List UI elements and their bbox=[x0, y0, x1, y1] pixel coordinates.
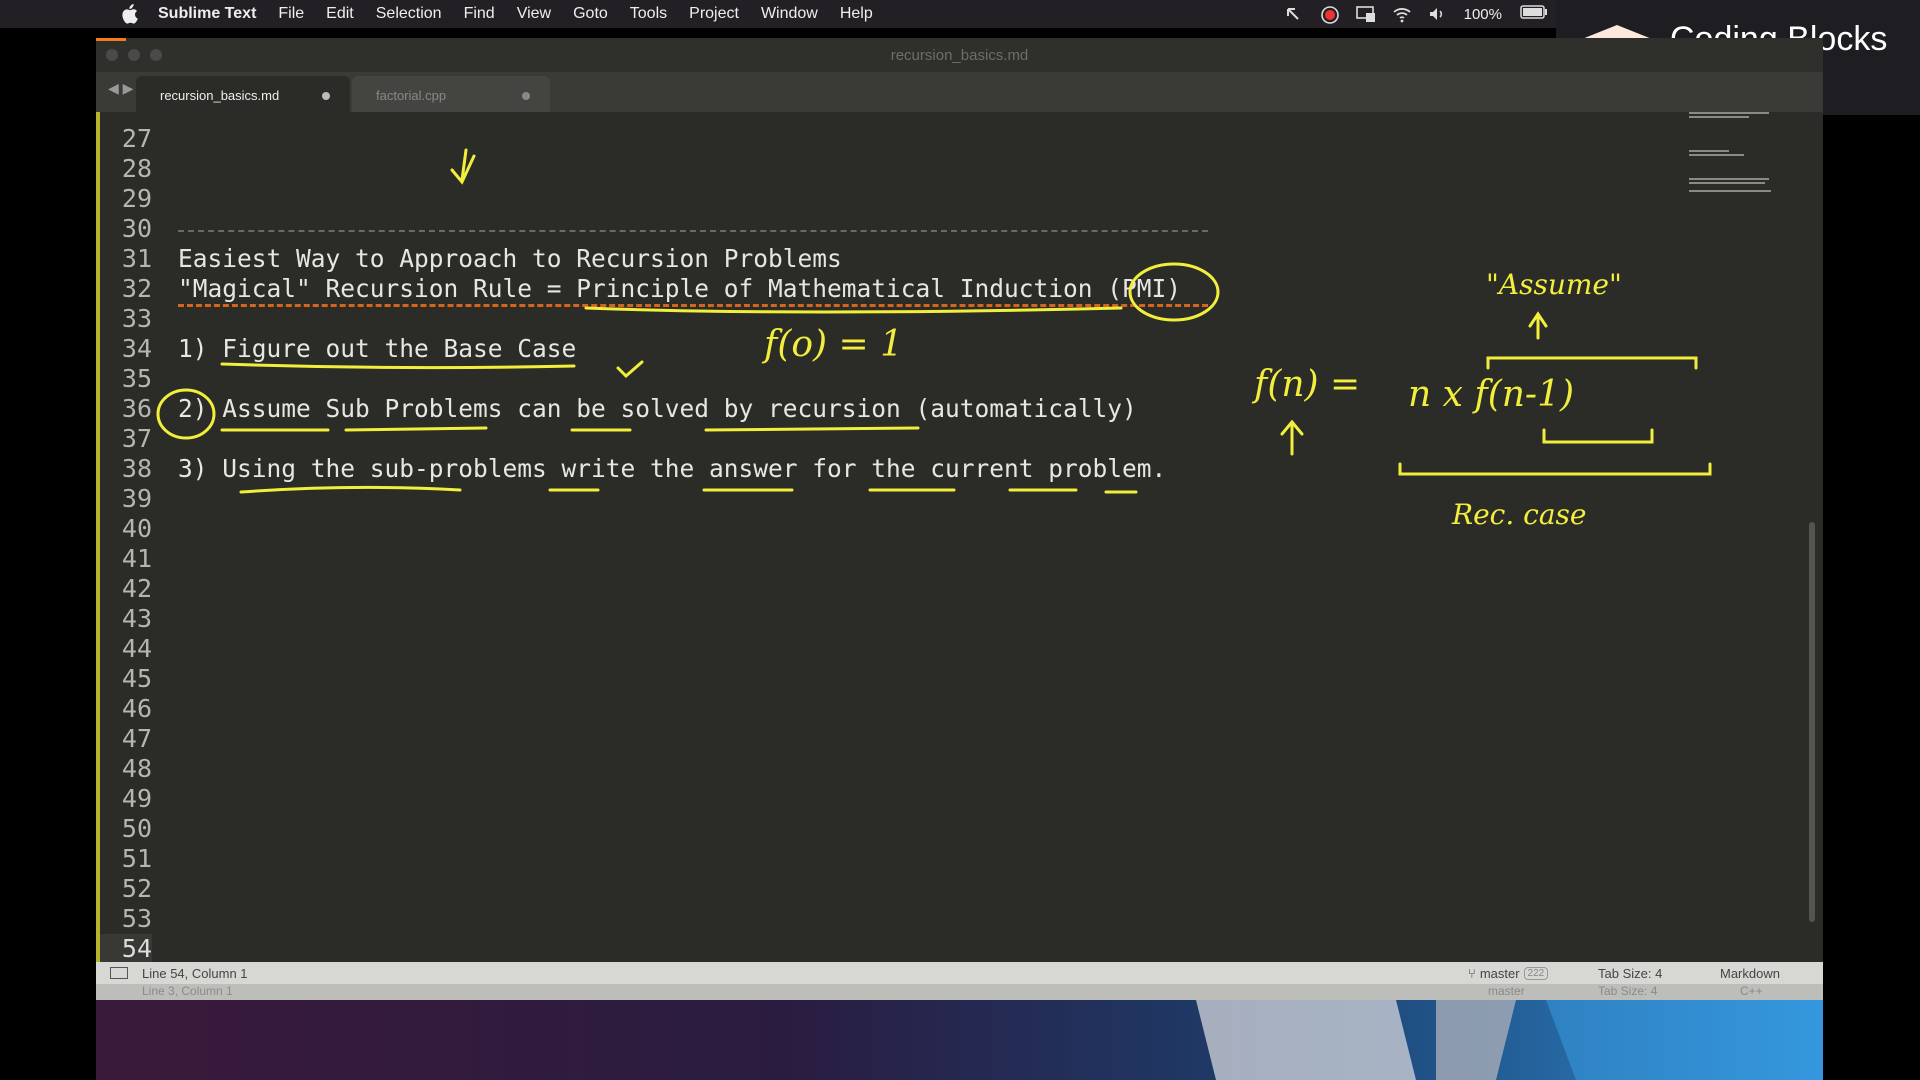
recurrence-note: n x f(n-1) bbox=[1408, 374, 1574, 415]
title-bar: recursion_basics.md bbox=[96, 38, 1823, 72]
menu-help[interactable]: Help bbox=[840, 5, 873, 23]
ghost-position: Line 3, Column 1 bbox=[142, 984, 233, 998]
ghost-branch: master bbox=[1488, 984, 1525, 998]
base-case-underline bbox=[220, 362, 576, 370]
tab-label: recursion_basics.md bbox=[160, 88, 280, 103]
menu-file[interactable]: File bbox=[278, 5, 304, 23]
handwritten-annotations: f(o) = 1 f(n) = n x f(n-1) "Assume" Rec.… bbox=[156, 148, 1712, 531]
menu-edit[interactable]: Edit bbox=[326, 5, 354, 23]
tab-recursion-basics[interactable]: recursion_basics.md bbox=[136, 76, 350, 112]
rec-case-note: Rec. case bbox=[1451, 498, 1586, 531]
git-branch-icon: ⑂ bbox=[1468, 966, 1476, 981]
tab-size[interactable]: Tab Size: 4 bbox=[1598, 966, 1662, 981]
menu-window[interactable]: Window bbox=[761, 5, 818, 23]
tab-bar: ◀ ▶ recursion_basics.md factorial.cpp bbox=[96, 72, 1823, 112]
ghost-status-bar: Line 3, Column 1 master Tab Size: 4 C++ bbox=[96, 984, 1823, 1000]
apple-icon[interactable] bbox=[118, 3, 140, 25]
battery-icon[interactable] bbox=[1520, 5, 1548, 23]
cursor-arrow-icon[interactable] bbox=[1284, 5, 1302, 23]
syntax-mode[interactable]: Markdown bbox=[1720, 966, 1780, 981]
minimap[interactable] bbox=[1689, 112, 1779, 232]
unsaved-dot-icon[interactable] bbox=[322, 92, 330, 100]
menu-view[interactable]: View bbox=[517, 5, 551, 23]
cursor-position[interactable]: Line 54, Column 1 bbox=[142, 966, 248, 981]
unsaved-dot-icon[interactable] bbox=[522, 92, 530, 100]
vertical-scrollbar[interactable] bbox=[1809, 522, 1815, 922]
battery-percent: 100% bbox=[1463, 5, 1502, 23]
git-status[interactable]: ⑂ master 222 bbox=[1468, 966, 1549, 981]
down-arrow-mark bbox=[450, 148, 476, 185]
title-accent bbox=[96, 38, 126, 41]
item-2-circle bbox=[156, 388, 216, 440]
git-branch: master bbox=[1479, 966, 1520, 981]
sublime-window: recursion_basics.md ◀ ▶ recursion_basics… bbox=[96, 38, 1823, 1000]
wifi-icon[interactable] bbox=[1392, 5, 1411, 23]
panel-toggle-icon[interactable] bbox=[110, 967, 128, 979]
wallpaper-art bbox=[1196, 1000, 1823, 1080]
ghost-syntax: C++ bbox=[1740, 984, 1763, 998]
status-menus: 100% bbox=[1284, 0, 1548, 28]
tab-factorial[interactable]: factorial.cpp bbox=[352, 76, 550, 112]
check-mark bbox=[616, 360, 644, 379]
tab-label: factorial.cpp bbox=[376, 88, 447, 103]
fn-note: f(n) = bbox=[1251, 364, 1360, 405]
record-icon[interactable] bbox=[1320, 5, 1339, 24]
editor-area[interactable]: 27 28 29 30 31 32 33 34 35 36 37 38 39 40 41 42 43 44 45 46… bbox=[96, 112, 1823, 963]
menu-project[interactable]: Project bbox=[689, 5, 739, 23]
app-menu-sublime-text[interactable]: Sublime Text bbox=[158, 5, 256, 23]
volume-icon[interactable] bbox=[1428, 5, 1446, 23]
menu-find[interactable]: Find bbox=[464, 5, 495, 23]
ghost-tab-size: Tab Size: 4 bbox=[1598, 984, 1658, 998]
display-icon[interactable] bbox=[1355, 5, 1375, 23]
git-badge: 222 bbox=[1523, 967, 1549, 980]
pmi-circle bbox=[1128, 262, 1220, 322]
assume-note: "Assume" bbox=[1486, 268, 1622, 301]
menu-tools[interactable]: Tools bbox=[630, 5, 667, 23]
status-bar: Line 54, Column 1 ⑂ master 222 Tab Size:… bbox=[96, 962, 1823, 984]
pmi-underline bbox=[584, 306, 1123, 314]
tab-nav-arrows-icon[interactable]: ◀ ▶ bbox=[108, 80, 133, 97]
menu-goto[interactable]: Goto bbox=[573, 5, 608, 23]
base-case-note: f(o) = 1 bbox=[761, 324, 903, 365]
menu-selection[interactable]: Selection bbox=[376, 5, 442, 23]
window-title: recursion_basics.md bbox=[890, 47, 1029, 64]
desktop-wallpaper bbox=[96, 1000, 1823, 1080]
